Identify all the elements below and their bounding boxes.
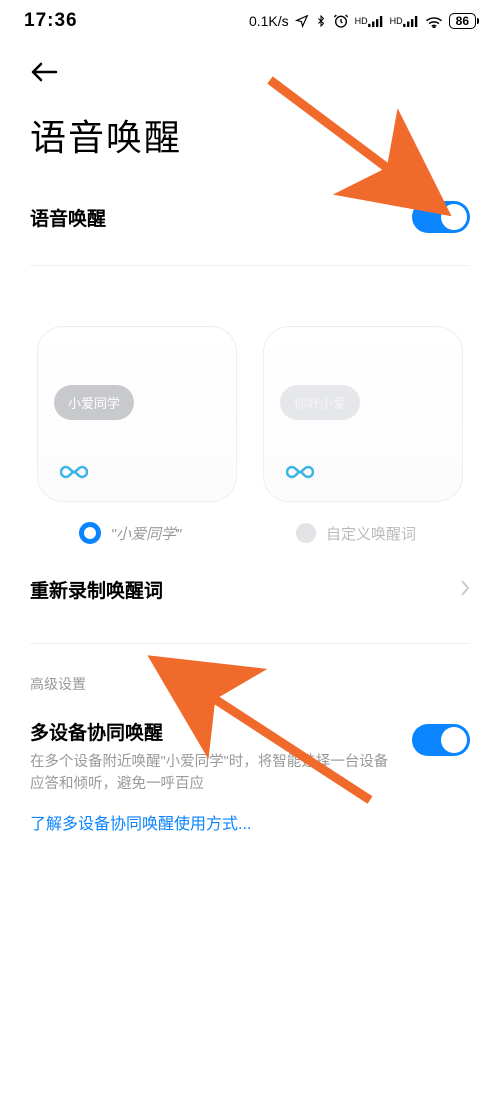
bubble-custom: 你好小爱 [280,385,360,420]
multi-device-toggle[interactable] [412,724,470,756]
voice-wake-row: 语音唤醒 [0,189,500,245]
location-icon [295,14,309,28]
wifi-icon [425,14,443,28]
back-arrow-icon [30,60,58,84]
voice-wake-toggle[interactable] [412,201,470,233]
battery-icon: 86 [449,13,476,29]
infinity-icon [286,464,314,485]
radio-on-icon [79,522,101,544]
wake-word-cards: 小爱同学 你好小爱 [0,266,500,502]
signal-icon-1: HD [355,16,384,27]
back-button[interactable] [0,38,500,97]
radio-default[interactable]: "小爱同学" [30,522,230,544]
chevron-right-icon [460,577,470,603]
alarm-icon [333,13,349,29]
multi-device-row: 多设备协同唤醒 在多个设备附近唤醒"小爱同学"时，将智能选择一台设备应答和倾听，… [0,704,500,796]
re-record-row[interactable]: 重新录制唤醒词 [0,548,500,623]
infinity-icon [60,464,88,485]
signal-icon-2: HD [390,16,419,27]
bluetooth-icon [315,13,327,29]
status-time: 17:36 [24,10,78,32]
wake-card-custom[interactable]: 你好小爱 [263,326,463,502]
learn-more-link[interactable]: 了解多设备协同唤醒使用方式... [0,796,500,848]
status-bar: 17:36 0.1K/s HD HD 86 [0,0,500,38]
page-title: 语音唤醒 [0,97,500,189]
bubble-default: 小爱同学 [54,385,134,420]
wake-card-default[interactable]: 小爱同学 [37,326,237,502]
status-right: 0.1K/s HD HD 86 [249,13,476,29]
radio-default-label: "小爱同学" [111,523,182,544]
wake-word-radios: "小爱同学" 自定义唤醒词 [0,502,500,548]
radio-custom-label: 自定义唤醒词 [326,523,416,544]
advanced-header: 高级设置 [0,644,500,704]
voice-wake-label: 语音唤醒 [30,204,106,231]
multi-device-desc: 在多个设备附近唤醒"小爱同学"时，将智能选择一台设备应答和倾听，避免一呼百应 [30,751,400,796]
status-speed: 0.1K/s [249,13,289,29]
radio-off-icon [296,523,316,543]
radio-custom[interactable]: 自定义唤醒词 [256,522,456,544]
re-record-label: 重新录制唤醒词 [30,576,163,603]
multi-device-title: 多设备协同唤醒 [30,718,400,745]
